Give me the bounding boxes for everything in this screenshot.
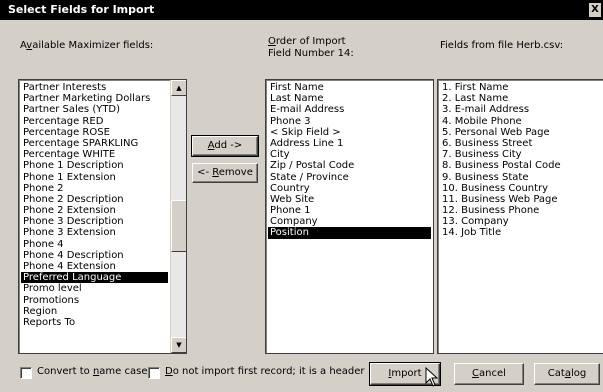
order-field-item[interactable]: First Name bbox=[268, 82, 431, 93]
order-field-item[interactable]: Address Line 1 bbox=[268, 138, 431, 149]
file-field-item[interactable]: 13. Company bbox=[440, 216, 601, 227]
available-field-item[interactable]: Promotions bbox=[21, 295, 168, 306]
order-field-item[interactable]: Phone 3 bbox=[268, 116, 431, 127]
close-button[interactable]: X bbox=[589, 3, 601, 17]
catalog-button[interactable]: Catalog bbox=[534, 363, 600, 385]
order-field-item[interactable]: Country bbox=[268, 183, 431, 194]
available-field-item[interactable]: Reports To bbox=[21, 317, 168, 328]
order-of-import-list[interactable]: First Name Last Name E-mail Address Phone 3… bbox=[265, 79, 434, 354]
available-field-item[interactable]: Phone 1 Description bbox=[21, 160, 168, 171]
file-fields-label: Fields from file Herb.csv: bbox=[440, 40, 564, 51]
available-fields-scrollbar[interactable]: ▲ ▼ bbox=[170, 80, 186, 353]
title-bar[interactable]: Select Fields for Import X bbox=[0, 0, 603, 20]
scroll-down-button[interactable]: ▼ bbox=[171, 337, 186, 353]
convert-name-case-label: Convert to name case bbox=[37, 366, 148, 377]
order-field-item[interactable]: Last Name bbox=[268, 93, 431, 104]
remove-button[interactable]: <- Remove bbox=[192, 163, 258, 183]
file-field-item[interactable]: 10. Business Country bbox=[440, 183, 601, 194]
file-field-item[interactable]: 7. Business City bbox=[440, 149, 601, 160]
cancel-button[interactable]: Cancel bbox=[454, 363, 524, 385]
scroll-thumb[interactable] bbox=[171, 200, 186, 252]
available-field-item[interactable]: Percentage RED bbox=[21, 116, 168, 127]
available-field-item[interactable]: Preferred Language bbox=[21, 272, 168, 284]
arrow-up-icon: ▲ bbox=[176, 84, 182, 92]
add-button[interactable]: Add -> bbox=[191, 135, 259, 157]
order-field-item[interactable]: Phone 1 bbox=[268, 205, 431, 216]
scroll-up-button[interactable]: ▲ bbox=[171, 80, 186, 96]
close-icon: X bbox=[591, 4, 599, 15]
file-field-item[interactable]: 1. First Name bbox=[440, 82, 601, 93]
available-field-item[interactable]: Phone 2 bbox=[21, 183, 168, 194]
available-field-item[interactable]: Percentage ROSE bbox=[21, 127, 168, 138]
order-field-item[interactable]: Company bbox=[268, 216, 431, 227]
file-field-item[interactable]: 12. Business Phone bbox=[440, 205, 601, 216]
available-field-item[interactable]: Phone 4 Extension bbox=[21, 261, 168, 272]
available-field-item[interactable]: Partner Sales (YTD) bbox=[21, 104, 168, 115]
order-field-item[interactable]: Zip / Postal Code bbox=[268, 160, 431, 171]
available-field-item[interactable]: Phone 3 Description bbox=[21, 216, 168, 227]
available-field-item[interactable]: Phone 2 Extension bbox=[21, 205, 168, 216]
file-field-item[interactable]: 11. Business Web Page bbox=[440, 194, 601, 205]
available-field-item[interactable]: Phone 2 Description bbox=[21, 194, 168, 205]
file-field-item[interactable]: 5. Personal Web Page bbox=[440, 127, 601, 138]
available-fields-label: Available Maximizer fields: bbox=[20, 40, 154, 51]
file-field-item[interactable]: 3. E-mail Address bbox=[440, 104, 601, 115]
order-field-item[interactable]: City bbox=[268, 149, 431, 160]
available-field-item[interactable]: Partner Marketing Dollars bbox=[21, 93, 168, 104]
convert-name-case-checkbox[interactable] bbox=[20, 367, 32, 379]
available-fields-list[interactable]: Partner Interests Partner Marketing Dolla… bbox=[18, 79, 187, 354]
available-field-item[interactable]: Phone 3 Extension bbox=[21, 227, 168, 238]
mouse-pointer-icon bbox=[425, 367, 439, 387]
file-field-item[interactable]: 9. Business State bbox=[440, 172, 601, 183]
order-field-item[interactable]: < Skip Field > bbox=[268, 127, 431, 138]
available-field-item[interactable]: Percentage WHITE bbox=[21, 149, 168, 160]
file-field-item[interactable]: 14. Job Title bbox=[440, 227, 601, 238]
arrow-down-icon: ▼ bbox=[176, 341, 182, 349]
order-field-item[interactable]: Position bbox=[268, 227, 431, 239]
available-field-item[interactable]: Phone 1 Extension bbox=[21, 172, 168, 183]
available-field-item[interactable]: Phone 4 Description bbox=[21, 250, 168, 261]
file-field-item[interactable]: 4. Mobile Phone bbox=[440, 116, 601, 127]
file-fields-list[interactable]: 1. First Name 2. Last Name 3. E-mail Addre… bbox=[437, 79, 603, 354]
available-field-item[interactable]: Partner Interests bbox=[21, 82, 168, 93]
order-of-import-label: Order of Import Field Number 14: bbox=[268, 36, 354, 59]
file-field-item[interactable]: 8. Business Postal Code bbox=[440, 160, 601, 171]
field-number-label: Field Number 14: bbox=[268, 48, 354, 59]
available-field-item[interactable]: Promo level bbox=[21, 283, 168, 294]
order-field-item[interactable]: State / Province bbox=[268, 172, 431, 183]
order-field-item[interactable]: E-mail Address bbox=[268, 104, 431, 115]
available-field-item[interactable]: Percentage SPARKLING bbox=[21, 138, 168, 149]
file-field-item[interactable]: 6. Business Street bbox=[440, 138, 601, 149]
order-field-item[interactable]: Web Site bbox=[268, 194, 431, 205]
window-title: Select Fields for Import bbox=[8, 3, 155, 16]
skip-header-checkbox[interactable] bbox=[148, 367, 160, 379]
available-field-item[interactable]: Phone 4 bbox=[21, 239, 168, 250]
available-field-item[interactable]: Region bbox=[21, 306, 168, 317]
skip-header-label: Do not import first record; it is a head… bbox=[165, 366, 365, 377]
file-field-item[interactable]: 2. Last Name bbox=[440, 93, 601, 104]
